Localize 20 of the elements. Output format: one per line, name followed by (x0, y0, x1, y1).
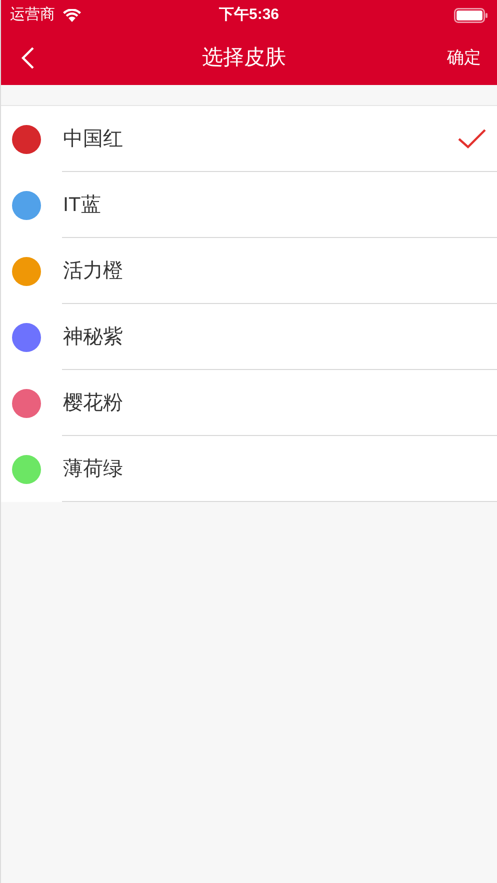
skin-name: 薄荷绿 (63, 457, 123, 482)
skin-option[interactable]: 神秘紫 (1, 304, 497, 370)
checkmark-icon (458, 129, 486, 149)
skin-name: 神秘紫 (63, 325, 123, 350)
skin-option[interactable]: 薄荷绿 (1, 436, 497, 502)
skin-option[interactable]: 活力橙 (1, 238, 497, 304)
wifi-icon (63, 8, 81, 22)
confirm-button[interactable]: 确定 (447, 44, 481, 70)
battery-icon (454, 8, 488, 22)
page-title: 选择皮肤 (202, 44, 286, 71)
skin-name: 中国红 (63, 127, 123, 152)
skin-name: IT蓝 (63, 193, 101, 218)
skin-option[interactable]: 中国红 (1, 106, 497, 172)
skin-name: 活力橙 (63, 259, 123, 284)
skin-name: 樱花粉 (63, 391, 123, 416)
clock-text: 下午5:36 (218, 4, 280, 25)
carrier-label: 运营商 (10, 4, 55, 25)
skin-option[interactable]: IT蓝 (1, 172, 497, 238)
skin-option[interactable]: 樱花粉 (1, 370, 497, 436)
back-chevron-icon (21, 46, 35, 70)
